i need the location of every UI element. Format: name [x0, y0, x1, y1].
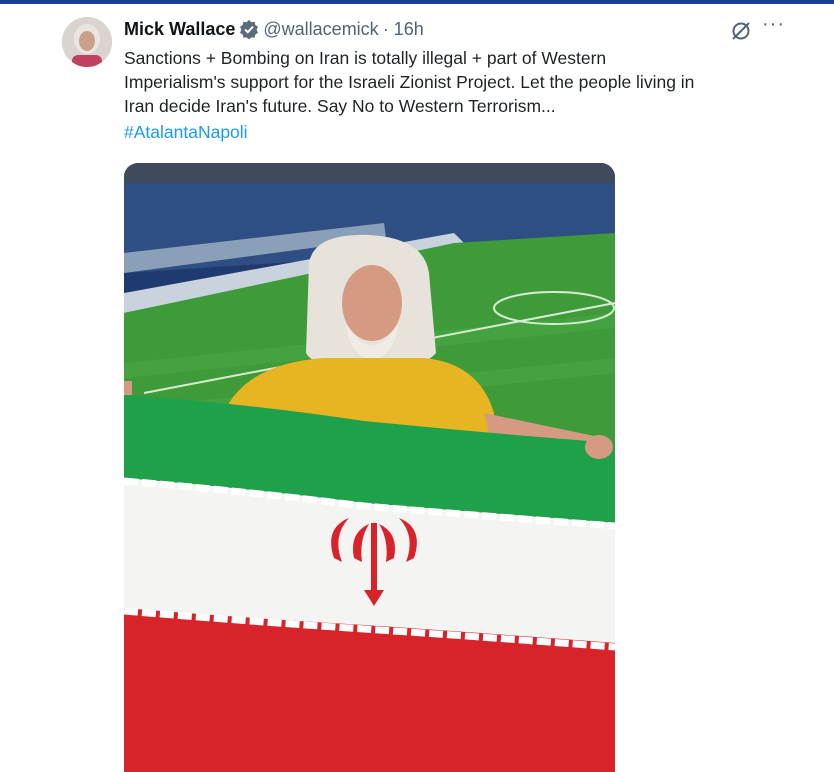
tweet-time[interactable]: · 16h — [383, 19, 424, 40]
tweet-card[interactable]: Mick Wallace @wallacemick · 16h ··· Sanc… — [0, 4, 834, 772]
avatar[interactable] — [62, 17, 112, 67]
tweet-text-line: Imperialism's support for the Israeli Zi… — [124, 72, 695, 92]
author-name[interactable]: Mick Wallace — [124, 19, 235, 40]
verified-badge-icon — [239, 19, 259, 40]
tweet-photo[interactable] — [124, 163, 615, 772]
author-handle[interactable]: @wallacemick — [263, 19, 378, 40]
grok-icon[interactable] — [730, 20, 752, 42]
tweet-text-line: Sanctions + Bombing on Iran is totally i… — [124, 48, 607, 68]
hashtag-link[interactable]: #AtalantaNapoli — [124, 122, 248, 143]
tweet-text-line: Iran decide Iran's future. Say No to Wes… — [124, 96, 556, 116]
more-options-icon[interactable]: ··· — [762, 13, 785, 36]
tweet-text: Sanctions + Bombing on Iran is totally i… — [124, 46, 804, 118]
tweet-header: Mick Wallace @wallacemick · 16h — [124, 17, 424, 41]
